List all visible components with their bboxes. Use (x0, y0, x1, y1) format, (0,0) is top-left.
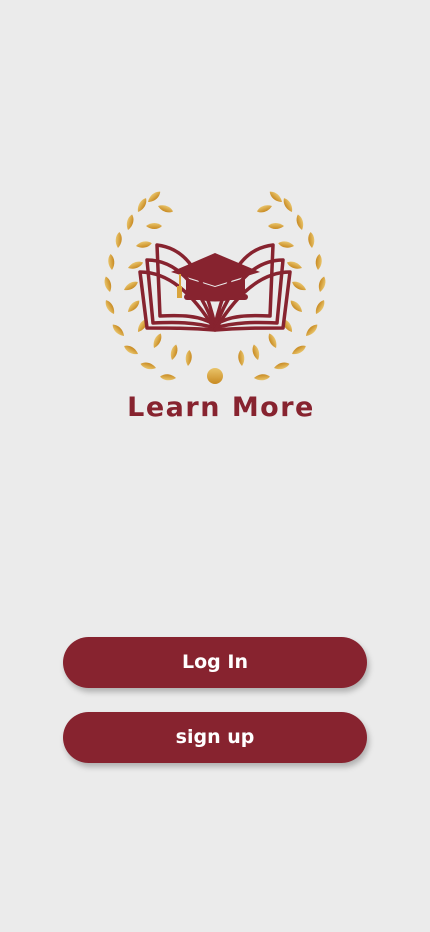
login-button[interactable]: Log In (63, 637, 367, 688)
laurel-dot-icon (207, 368, 223, 384)
app-logo: Learn More (100, 190, 330, 430)
logo-emblem: Learn More (102, 190, 328, 423)
welcome-screen: Learn More Log In sign up (0, 0, 430, 932)
signup-button[interactable]: sign up (63, 712, 367, 763)
logo-text: Learn More (127, 392, 315, 423)
